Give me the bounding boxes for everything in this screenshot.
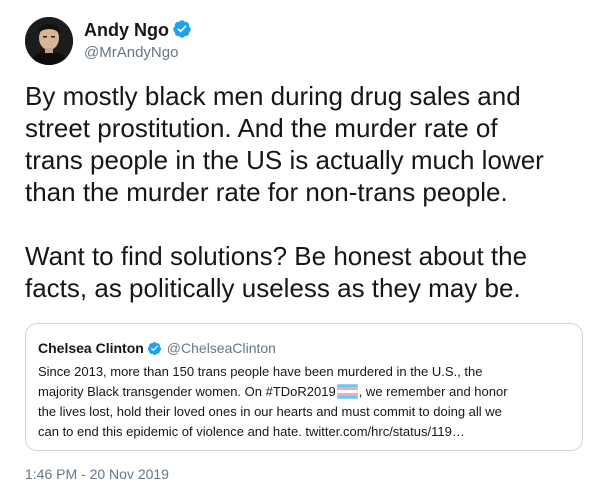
quoted-author-name: Chelsea Clinton xyxy=(38,340,144,356)
tweet: Andy Ngo @MrAndyNgo By mostly black men … xyxy=(0,0,609,494)
quoted-tweet-card[interactable]: Chelsea Clinton @ChelseaClinton Since 20… xyxy=(25,323,583,451)
quoted-text-line: Since 2013, more than 150 trans people h… xyxy=(38,364,483,379)
tweet-text-line: Want to find solutions? Be honest about … xyxy=(25,241,528,271)
author-handle[interactable]: @MrAndyNgo xyxy=(84,44,178,62)
tweet-text-line: trans people in the US is actually much … xyxy=(25,145,544,175)
quoted-text-line: can to end this epidemic of violence and… xyxy=(38,424,465,439)
tweet-text-line: By mostly black men during drug sales an… xyxy=(25,81,521,111)
tweet-timestamp[interactable]: 1:46 PM - 20 Nov 2019 xyxy=(25,465,169,483)
tweet-text-line: facts, as politically useless as they ma… xyxy=(25,273,521,303)
quoted-text-segment: majority Black transgender women. On #TD… xyxy=(38,384,336,399)
tweet-text-line: than the murder rate for non-trans peopl… xyxy=(25,177,508,207)
author-name[interactable]: Andy Ngo xyxy=(84,19,169,41)
quoted-tweet-header: Chelsea Clinton @ChelseaClinton xyxy=(38,339,276,357)
quoted-author-handle: @ChelseaClinton xyxy=(166,340,276,356)
transgender-flag-icon xyxy=(336,384,358,399)
tweet-text: By mostly black men during drug sales an… xyxy=(25,80,595,304)
verified-badge-icon xyxy=(173,20,191,38)
quoted-text-segment: , we remember and honor xyxy=(358,384,508,399)
author-avatar[interactable] xyxy=(25,17,73,65)
quoted-tweet-text: Since 2013, more than 150 trans people h… xyxy=(38,362,568,442)
quoted-text-line: majority Black transgender women. On #TD… xyxy=(38,382,568,402)
avatar-image xyxy=(25,17,73,65)
quoted-text-line: the lives lost, hold their loved ones in… xyxy=(38,404,502,419)
tweet-text-line: street prostitution. And the murder rate… xyxy=(25,113,498,143)
quoted-verified-badge-icon xyxy=(147,341,161,355)
